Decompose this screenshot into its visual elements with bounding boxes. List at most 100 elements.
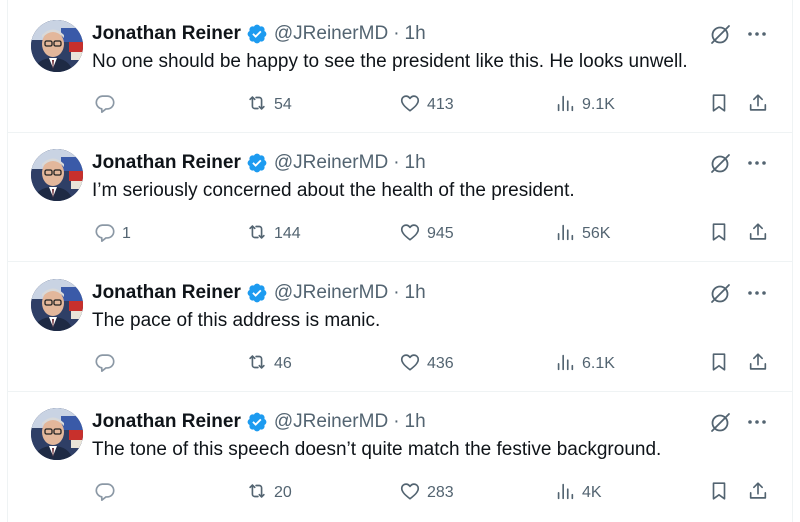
header-separator: · (393, 282, 400, 303)
author-handle[interactable]: @JReinerMD (274, 23, 388, 45)
tweet-header: Jonathan Reiner @JReinerMD · 1h (92, 280, 426, 306)
tweet-feed: Jonathan Reiner @JReinerMD · 1h No one s… (0, 0, 800, 522)
tweet-text: The pace of this address is manic. (92, 310, 381, 331)
like-button[interactable]: 413 (399, 92, 454, 118)
like-count: 413 (427, 96, 454, 113)
timestamp[interactable]: 1h (405, 152, 426, 174)
header-separator: · (393, 152, 400, 173)
like-count: 283 (427, 484, 454, 501)
author-name[interactable]: Jonathan Reiner (92, 23, 241, 45)
like-button[interactable]: 283 (399, 480, 454, 506)
view-count: 6.1K (582, 355, 615, 372)
bookmark-button[interactable] (708, 221, 730, 247)
verified-badge-icon[interactable] (246, 152, 268, 174)
author-name[interactable]: Jonathan Reiner (92, 411, 241, 433)
bookmark-button[interactable] (708, 92, 730, 118)
verified-badge-icon[interactable] (246, 282, 268, 304)
author-handle[interactable]: @JReinerMD (274, 282, 388, 304)
views-button[interactable]: 9.1K (554, 92, 615, 118)
reply-button[interactable] (94, 92, 122, 118)
like-button[interactable]: 436 (399, 351, 454, 377)
more-icon[interactable] (744, 21, 770, 47)
reply-button[interactable] (94, 351, 122, 377)
retweet-count: 20 (274, 484, 292, 501)
reply-button[interactable]: 1 (94, 221, 131, 247)
tweet-actions: 1 144 945 56K (8, 221, 792, 247)
views-button[interactable]: 6.1K (554, 351, 615, 377)
reply-icon (94, 351, 116, 378)
grok-icon[interactable] (708, 409, 734, 435)
tweet-header: Jonathan Reiner @JReinerMD · 1h (92, 409, 426, 435)
author-name[interactable]: Jonathan Reiner (92, 152, 241, 174)
retweet-icon (246, 480, 268, 507)
share-icon (747, 92, 769, 119)
heart-icon (399, 480, 421, 507)
grok-icon[interactable] (708, 21, 734, 47)
more-icon[interactable] (744, 409, 770, 435)
share-button[interactable] (747, 221, 769, 247)
timestamp[interactable]: 1h (405, 23, 426, 45)
author-handle[interactable]: @JReinerMD (274, 411, 388, 433)
tweet-actions: 54 413 9.1K (8, 92, 792, 118)
tweet[interactable]: Jonathan Reiner @JReinerMD · 1h (8, 392, 792, 521)
views-icon (554, 221, 576, 248)
reply-button[interactable] (94, 480, 122, 506)
retweet-count: 144 (274, 225, 301, 242)
share-button[interactable] (747, 92, 769, 118)
more-icon[interactable] (744, 150, 770, 176)
avatar[interactable] (31, 149, 83, 201)
view-count: 4K (582, 484, 602, 501)
bookmark-icon (708, 221, 730, 248)
feed-border-right (792, 0, 793, 522)
share-icon (747, 221, 769, 248)
like-button[interactable]: 945 (399, 221, 454, 247)
avatar[interactable] (31, 20, 83, 72)
share-icon (747, 480, 769, 507)
header-separator: · (393, 23, 400, 44)
share-button[interactable] (747, 351, 769, 377)
avatar[interactable] (31, 279, 83, 331)
views-button[interactable]: 4K (554, 480, 602, 506)
grok-icon[interactable] (708, 280, 734, 306)
reply-icon (94, 221, 116, 248)
reply-icon (94, 92, 116, 119)
timestamp[interactable]: 1h (405, 282, 426, 304)
heart-icon (399, 221, 421, 248)
author-name[interactable]: Jonathan Reiner (92, 282, 241, 304)
retweet-icon (246, 351, 268, 378)
timestamp[interactable]: 1h (405, 411, 426, 433)
tweet-actions: 20 283 4K (8, 480, 792, 506)
bookmark-icon (708, 92, 730, 119)
bookmark-button[interactable] (708, 480, 730, 506)
retweet-button[interactable]: 20 (246, 480, 292, 506)
views-icon (554, 92, 576, 119)
tweet[interactable]: Jonathan Reiner @JReinerMD · 1h (8, 4, 792, 133)
bookmark-icon (708, 351, 730, 378)
author-handle[interactable]: @JReinerMD (274, 152, 388, 174)
view-count: 56K (582, 225, 611, 242)
tweet[interactable]: Jonathan Reiner @JReinerMD · 1h (8, 263, 792, 392)
tweet-text: No one should be happy to see the presid… (92, 51, 688, 72)
avatar[interactable] (31, 408, 83, 460)
like-count: 945 (427, 225, 454, 242)
heart-icon (399, 351, 421, 378)
verified-badge-icon[interactable] (246, 23, 268, 45)
tweet-header: Jonathan Reiner @JReinerMD · 1h (92, 21, 426, 47)
bookmark-button[interactable] (708, 351, 730, 377)
retweet-button[interactable]: 144 (246, 221, 301, 247)
more-icon[interactable] (744, 280, 770, 306)
views-icon (554, 480, 576, 507)
grok-icon[interactable] (708, 150, 734, 176)
tweet-actions: 46 436 6.1K (8, 351, 792, 377)
retweet-icon (246, 92, 268, 119)
heart-icon (399, 92, 421, 119)
tweet[interactable]: Jonathan Reiner @JReinerMD · 1h (8, 133, 792, 262)
views-button[interactable]: 56K (554, 221, 610, 247)
verified-badge-icon[interactable] (246, 411, 268, 433)
share-button[interactable] (747, 480, 769, 506)
reply-icon (94, 480, 116, 507)
views-icon (554, 351, 576, 378)
retweet-button[interactable]: 54 (246, 92, 292, 118)
bookmark-icon (708, 480, 730, 507)
retweet-button[interactable]: 46 (246, 351, 292, 377)
